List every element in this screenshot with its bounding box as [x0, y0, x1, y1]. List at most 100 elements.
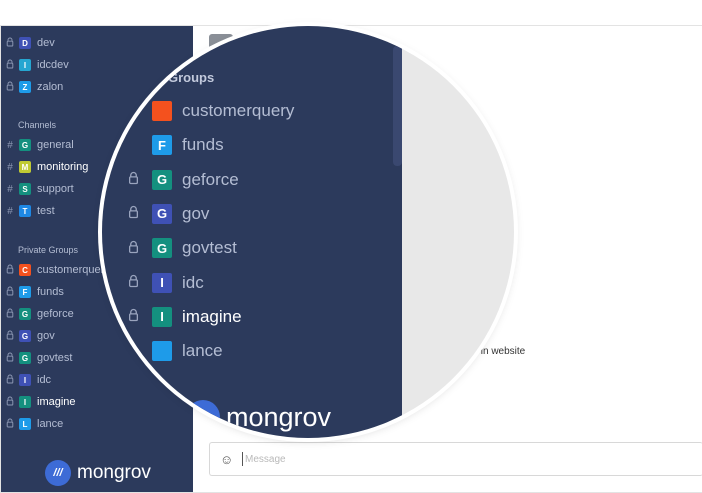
room-avatar: Z — [19, 81, 31, 93]
lock-icon — [5, 352, 15, 365]
mongrov-logo-icon — [186, 400, 220, 434]
sidebar-item-label: idc — [37, 374, 52, 386]
sidebar-item-geforce[interactable]: Ggeforce — [5, 304, 74, 324]
lock-icon — [5, 374, 15, 387]
lock-icon — [5, 308, 15, 321]
magnified-brand-logo: mongrov — [186, 400, 331, 434]
room-avatar — [152, 101, 172, 121]
sidebar-item-label: lance — [37, 418, 64, 430]
lock-icon — [5, 396, 15, 409]
room-avatar: C — [19, 264, 31, 276]
sidebar-item-monitoring[interactable]: # Mmonitoring — [5, 157, 88, 177]
magnified-item-funds[interactable]: Ffunds — [126, 132, 224, 158]
sidebar-item-dev[interactable]: Ddev — [5, 33, 55, 53]
lock-icon — [5, 81, 15, 94]
sidebar-item-general[interactable]: # Ggeneral — [5, 135, 74, 155]
channels-section-title: Channels — [18, 120, 57, 130]
room-avatar: I — [19, 374, 31, 386]
sidebar-item-funds[interactable]: Ffunds — [5, 282, 64, 302]
sidebar-item-idcdev[interactable]: Iidcdev — [5, 55, 69, 75]
text-caret — [242, 452, 243, 466]
room-avatar: I — [19, 59, 31, 71]
magnified-section-title: Groups — [168, 70, 215, 85]
magnified-item-label: govtest — [182, 238, 237, 258]
room-avatar — [152, 341, 172, 362]
magnified-item-idc[interactable]: Iidc — [126, 270, 204, 296]
magnified-item-label: customerquery — [182, 101, 295, 120]
magnified-item-lance[interactable]: lance — [126, 338, 223, 364]
room-avatar: I — [152, 272, 172, 293]
lock-icon — [126, 308, 140, 325]
lock-icon — [126, 274, 140, 291]
room-avatar: G — [19, 330, 31, 342]
sidebar-item-support[interactable]: # Ssupport — [5, 179, 74, 199]
message-composer: ☺ — [209, 442, 702, 476]
magnified-item-govtest[interactable]: Ggovtest — [126, 235, 237, 261]
magnified-item-label: gov — [182, 203, 210, 223]
sidebar-item-customerquery[interactable]: Ccustomerquery — [5, 260, 110, 280]
sidebar-scrollbar[interactable] — [393, 46, 402, 166]
lock-icon — [5, 37, 15, 50]
sidebar-item-label: general — [37, 139, 74, 151]
private-groups-section-title: Private Groups — [18, 245, 79, 255]
message-input[interactable] — [245, 453, 665, 465]
brand-logo[interactable]: /// mongrov — [45, 460, 151, 486]
room-avatar: G — [19, 352, 31, 364]
magnified-item-label: lance — [182, 341, 223, 361]
room-avatar: F — [19, 286, 31, 298]
room-avatar: F — [152, 135, 172, 156]
sidebar-item-label: test — [37, 205, 55, 217]
sidebar-item-label: zalon — [37, 81, 64, 93]
room-avatar: G — [152, 203, 172, 224]
room-avatar: D — [19, 37, 31, 49]
sidebar-item-label: dev — [37, 37, 55, 49]
room-avatar: G — [152, 238, 172, 259]
sidebar-item-label: funds — [37, 286, 64, 298]
lock-icon — [5, 59, 15, 72]
lock-icon — [5, 286, 15, 299]
magnified-item-imagine[interactable]: Iimagine — [126, 304, 242, 330]
sidebar-item-label: monitoring — [37, 161, 89, 173]
lock-icon — [5, 264, 15, 277]
sidebar-item-label: govtest — [37, 352, 73, 364]
sidebar-item-imagine[interactable]: Iimagine — [5, 392, 76, 412]
magnified-item-label: idc — [182, 272, 204, 292]
sidebar-item-gov[interactable]: Ggov — [5, 326, 55, 346]
sidebar-item-idc[interactable]: Iidc — [5, 370, 51, 390]
sidebar-item-label: idcdev — [37, 59, 69, 71]
sidebar-item-label: customerquery — [37, 264, 110, 276]
sidebar-item-label: geforce — [37, 308, 74, 320]
sidebar-item-label: gov — [37, 330, 55, 342]
room-avatar: G — [152, 169, 172, 190]
sidebar-item-lance[interactable]: Llance — [5, 414, 63, 434]
room-avatar: I — [19, 396, 31, 408]
mongrov-logo-icon: /// — [45, 460, 71, 486]
hash-icon: # — [7, 161, 13, 173]
hash-icon: # — [7, 183, 13, 195]
magnified-item-label: imagine — [182, 306, 242, 326]
room-avatar: G — [19, 139, 31, 151]
magnified-item-customerquery[interactable]: customerquery — [126, 98, 294, 124]
sidebar-item-zalon[interactable]: Zzalon — [5, 77, 63, 97]
hash-icon: # — [7, 139, 13, 151]
room-avatar: G — [19, 308, 31, 320]
magnified-item-label: geforce — [182, 169, 239, 189]
magnified-brand-name: mongrov — [226, 401, 332, 432]
sidebar-item-govtest[interactable]: Ggovtest — [5, 348, 72, 368]
lock-icon — [5, 330, 15, 343]
lock-icon — [126, 171, 140, 188]
lock-icon — [5, 418, 15, 431]
magnified-item-geforce[interactable]: Ggeforce — [126, 167, 239, 193]
sidebar-item-test[interactable]: # Ttest — [5, 201, 55, 221]
lock-icon — [126, 205, 140, 222]
room-avatar: M — [19, 161, 31, 173]
lock-icon — [126, 240, 140, 257]
message-text: x in website — [473, 346, 526, 357]
smile-icon[interactable]: ☺ — [220, 452, 240, 467]
sidebar-item-label: support — [37, 183, 74, 195]
brand-name: mongrov — [77, 462, 151, 483]
magnified-sidebar — [102, 26, 402, 438]
magnified-item-gov[interactable]: Ggov — [126, 201, 209, 227]
room-avatar: I — [152, 306, 172, 327]
magnifier-lens: Groups customerquery Ffunds Ggeforce Ggov Gg… — [102, 26, 514, 438]
